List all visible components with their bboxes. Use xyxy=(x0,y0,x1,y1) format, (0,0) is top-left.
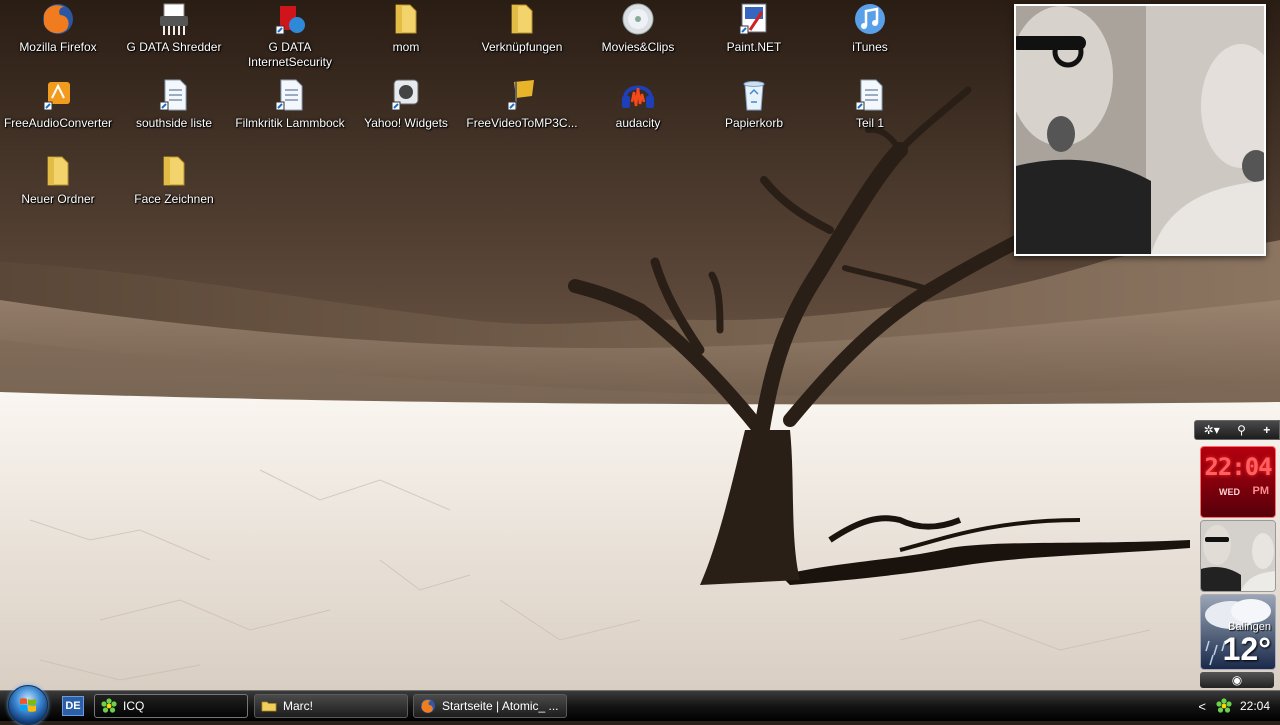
taskbar-button-icq[interactable]: ICQ xyxy=(94,694,248,718)
sidebar-settings-icon[interactable]: ✲▾ xyxy=(1204,423,1220,437)
firefox-icon xyxy=(421,699,435,713)
desktop-icon-label: Papierkorb xyxy=(724,116,784,130)
itunes-icon xyxy=(852,2,888,36)
desktop-icon-mozilla-firefox[interactable]: Mozilla Firefox xyxy=(0,2,116,55)
tray-clock[interactable]: 22:04 xyxy=(1240,699,1270,713)
desktop-icon-neuer-ordner[interactable]: Neuer Ordner xyxy=(0,154,116,207)
desktop-icon-mom[interactable]: mom xyxy=(348,2,464,55)
desktop-icon-label: Face Zeichnen xyxy=(134,192,214,206)
desktop-icon-itunes[interactable]: iTunes xyxy=(812,2,928,55)
sidebar-add-gadget-icon[interactable]: + xyxy=(1263,423,1270,437)
folder-icon xyxy=(388,2,424,36)
windows-sidebar: ✲▾ ⚲ + 22:04 WED PM Balingen 12° ◉ xyxy=(1194,420,1280,690)
task-label: Startseite | Atomic_ ... xyxy=(442,699,559,713)
desktop-icon-label: Paint.NET xyxy=(726,40,782,54)
document-icon xyxy=(156,78,192,112)
desktop-icon-movies-clips[interactable]: Movies&Clips xyxy=(580,2,696,55)
gdata-icon xyxy=(272,2,308,36)
desktop-icon-label: Neuer Ordner xyxy=(21,192,95,206)
clock-ampm: PM xyxy=(1252,485,1270,497)
clock-gadget[interactable]: 22:04 WED PM xyxy=(1200,446,1276,518)
paintnet-icon xyxy=(736,2,772,36)
desktop-icon-audacity[interactable]: audacity xyxy=(580,78,696,131)
document-icon xyxy=(852,78,888,112)
weather-gadget[interactable]: Balingen 12° xyxy=(1200,594,1276,670)
icq-icon xyxy=(101,698,117,713)
desktop-icon-label: FreeAudioConverter xyxy=(3,116,113,130)
desktop-icon-label: Filmkritik Lammbock xyxy=(235,116,345,130)
start-button[interactable] xyxy=(8,685,48,725)
sidebar-toggle-icon[interactable]: ◉ xyxy=(1200,672,1274,688)
desktop-icon-filmkritik-lammbock[interactable]: Filmkritik Lammbock xyxy=(232,78,348,131)
desktop-icon-label: Teil 1 xyxy=(855,116,884,130)
recycle-bin-icon xyxy=(736,78,772,112)
desktop-icon-freeaudioconverter[interactable]: FreeAudioConverter xyxy=(0,78,116,131)
desktop-icon-paint-net[interactable]: Paint.NET xyxy=(696,2,812,55)
desktop-icon-label: Verknüpfungen xyxy=(481,40,563,54)
desktop-icon-g-data-internetsecurity[interactable]: G DATA InternetSecurity xyxy=(232,2,348,70)
desktop-icon-g-data-shredder[interactable]: G DATA Shredder xyxy=(116,2,232,55)
desktop-icon-face-zeichnen[interactable]: Face Zeichnen xyxy=(116,154,232,207)
yahoo-widgets-icon xyxy=(388,78,424,112)
desktop-icon-label: iTunes xyxy=(852,40,888,54)
clock-day: WED xyxy=(1219,487,1240,497)
audio-converter-icon xyxy=(40,78,76,112)
language-indicator[interactable]: DE xyxy=(62,696,84,716)
desktop-icon-label: mom xyxy=(392,40,420,54)
desktop-icon-teil-1[interactable]: Teil 1 xyxy=(812,78,928,131)
desktop-icon-label: southside liste xyxy=(135,116,213,130)
folder-icon xyxy=(261,701,277,712)
desktop-icon-label: G DATA InternetSecurity xyxy=(247,40,333,69)
taskbar-button-firefox[interactable]: Startseite | Atomic_ ... xyxy=(413,694,567,718)
photo-frame-widget[interactable] xyxy=(1014,4,1266,256)
taskbar-button-marc[interactable]: Marc! xyxy=(254,694,408,718)
folder-icon xyxy=(156,154,192,188)
sidebar-search-icon[interactable]: ⚲ xyxy=(1237,423,1246,437)
weather-temperature: 12° xyxy=(1222,631,1271,667)
desktop-icon-label: Mozilla Firefox xyxy=(19,40,97,54)
system-tray: < 22:04 xyxy=(1198,691,1280,721)
desktop-icon-freevideotomp3c[interactable]: FreeVideoToMP3C... xyxy=(464,78,580,131)
task-label: Marc! xyxy=(283,699,313,713)
folder-icon xyxy=(40,154,76,188)
folder-icon xyxy=(504,2,540,36)
desktop-icon-label: Yahoo! Widgets xyxy=(364,116,448,130)
slideshow-photo xyxy=(1201,521,1275,591)
cd-icon xyxy=(620,2,656,36)
tray-expand-chevron-icon[interactable]: < xyxy=(1198,699,1206,714)
clock-time: 22:04 xyxy=(1204,453,1272,481)
desktop-icon-papierkorb[interactable]: Papierkorb xyxy=(696,78,812,131)
firefox-icon xyxy=(40,2,76,36)
desktop-icon-southside-liste[interactable]: southside liste xyxy=(116,78,232,131)
document-icon xyxy=(272,78,308,112)
desktop-icon-label: Movies&Clips xyxy=(601,40,675,54)
slideshow-gadget[interactable] xyxy=(1200,520,1276,592)
sidebar-toolbar: ✲▾ ⚲ + xyxy=(1194,420,1280,440)
taskbar: DE ICQ Marc! Startseite | Atomic_ ... < … xyxy=(0,685,1280,725)
portrait-photo xyxy=(1016,6,1264,254)
video-converter-icon xyxy=(504,78,540,112)
windows-logo-icon xyxy=(20,698,36,712)
desktop-icon-label: audacity xyxy=(615,116,661,130)
icq-tray-icon[interactable] xyxy=(1216,698,1232,714)
audacity-icon xyxy=(620,78,656,112)
desktop-icon-verkn-pfungen[interactable]: Verknüpfungen xyxy=(464,2,580,55)
desktop-icon-yahoo-widgets[interactable]: Yahoo! Widgets xyxy=(348,78,464,131)
task-label: ICQ xyxy=(123,699,145,713)
shredder-icon xyxy=(156,2,192,36)
desktop-icon-label: FreeVideoToMP3C... xyxy=(466,116,578,130)
desktop-icon-label: G DATA Shredder xyxy=(126,40,222,54)
